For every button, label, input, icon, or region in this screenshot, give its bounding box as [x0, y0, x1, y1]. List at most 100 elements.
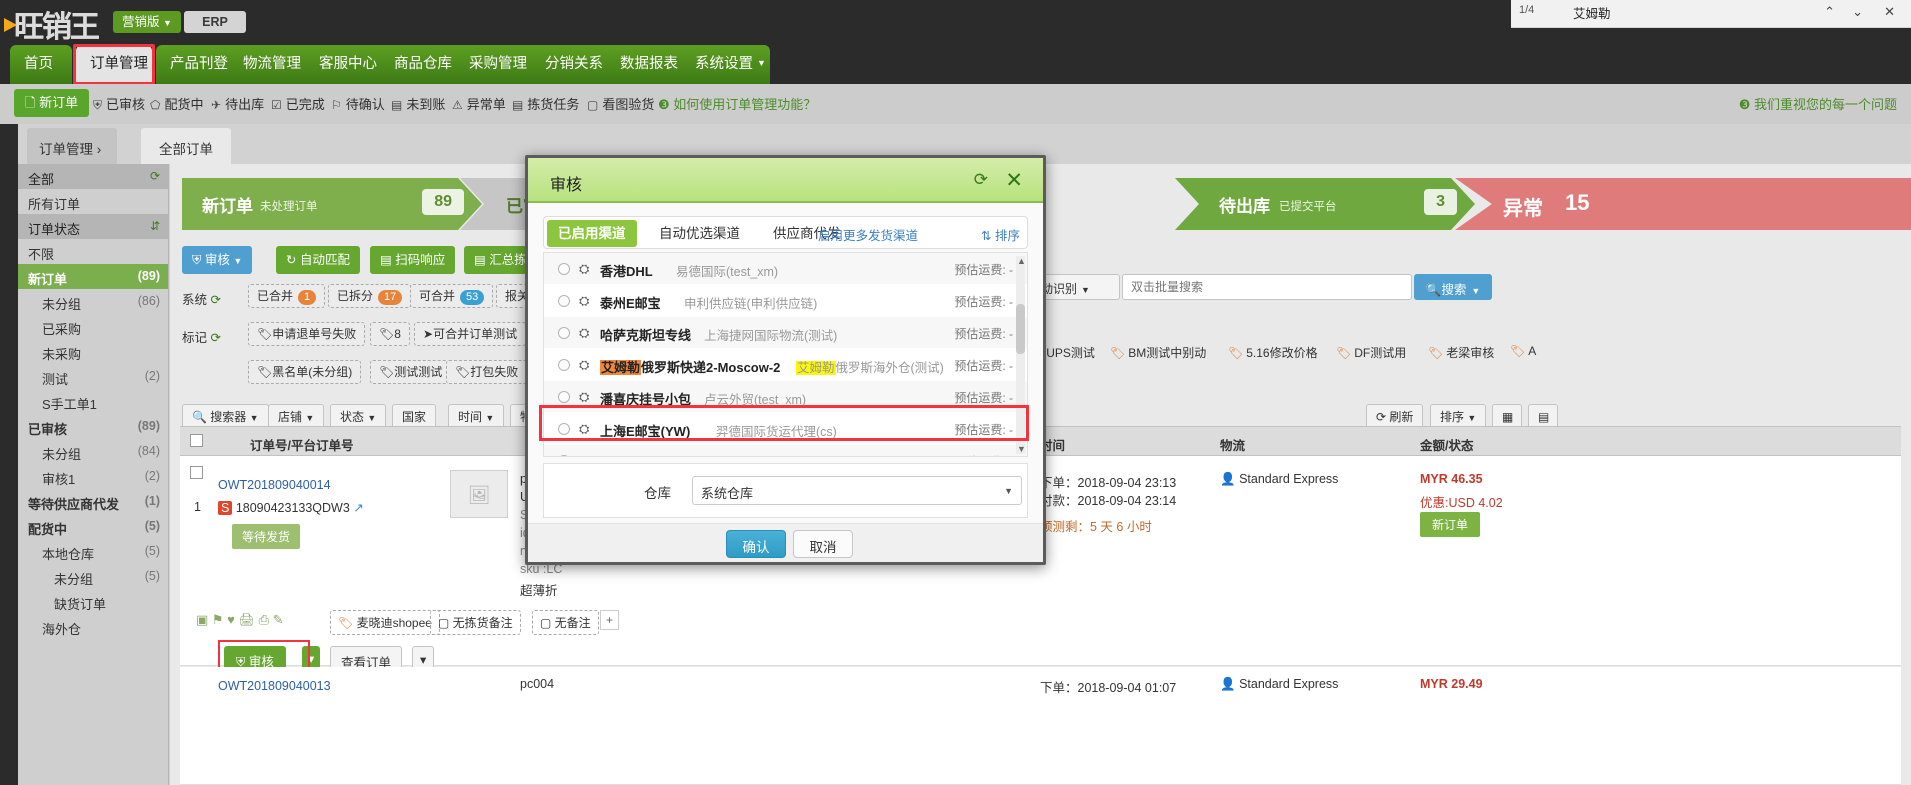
sidebar-item-review-1[interactable]: 审核1 (2) [18, 464, 168, 489]
dialog-close-icon[interactable]: ✕ [1005, 168, 1023, 193]
find-next-button[interactable]: ⌄ [1852, 4, 1863, 20]
row-tag-shop[interactable]: 🏷 麦晓迪shopee [330, 610, 440, 635]
channel-row[interactable]: ⛭ CDEK-AIR 俄通达(俄通达国际物流) 预估运费: - [544, 445, 1027, 456]
status-chevron-to-ship[interactable]: 待出库 已提交平台 3 [1175, 178, 1475, 230]
channel-list[interactable]: ⛭ 香港DHL 易德国际(test_xm) 预估运费: - ⛭ 泰州E邮宝 申利… [543, 252, 1028, 457]
chip-merged[interactable]: 已合并 1 [248, 284, 326, 308]
sidebar-item-out-of-stock[interactable]: 缺货订单 [18, 589, 168, 614]
nav-item-order-mgmt[interactable]: 订单管理▼ [76, 45, 161, 84]
breadcrumb-current-tab[interactable]: 全部订单 [141, 128, 231, 164]
find-close-button[interactable]: ✕ [1884, 4, 1895, 20]
row-add-tag-button[interactable]: + [600, 610, 620, 630]
gear-icon[interactable]: ⛭ [579, 357, 589, 373]
product-thumbnail[interactable]: 🖼 [450, 470, 508, 518]
sidebar-item-picking[interactable]: 配货中 (5) [18, 514, 168, 539]
dialog-refresh-icon[interactable]: ⟳ [974, 170, 988, 190]
gear-icon[interactable]: ⛭ [579, 453, 589, 456]
sidebar-item-ungrouped-local[interactable]: 未分组 (5) [18, 564, 168, 589]
chip-split[interactable]: 已拆分 17 [328, 284, 412, 308]
chip-pack-fail[interactable]: 🏷打包失败 [446, 360, 528, 384]
channel-row[interactable]: ⛭ 香港DHL 易德国际(test_xm) 预估运费: - [544, 253, 1027, 285]
sidebar-item-unlimited[interactable]: 不限 [18, 239, 168, 264]
chip-blacklist[interactable]: 🏷黑名单(未分组) [248, 360, 362, 384]
help-link[interactable]: ❸ 如何使用订单管理功能？ [658, 94, 816, 113]
sub-item-to-ship[interactable]: ✈ 待出库 [211, 94, 264, 113]
channel-radio[interactable] [558, 423, 570, 435]
tag-df-test[interactable]: 🏷 DF测试用 [1336, 344, 1406, 361]
sidebar-item-test[interactable]: 测试 (2) [18, 364, 168, 389]
search-input[interactable] [1122, 274, 1412, 300]
channel-row[interactable]: ⛭ 泰州E邮宝 申利供应链(申利供应链) 预估运费: - [544, 285, 1027, 317]
sub-item-pick-tasks[interactable]: ▤ 拣货任务 [512, 94, 579, 113]
scan-response-button[interactable]: ▤ 扫码响应 [370, 246, 456, 274]
row-icon-group[interactable]: ▣ ⚑ ♥ 🖨 ⎙ ✎ [196, 612, 284, 628]
enable-more-channels-link[interactable]: 启用更多发货渠道 [818, 225, 918, 244]
review-button[interactable]: ⛨ 审核 ▼ [182, 246, 253, 274]
select-all-checkbox[interactable] [190, 434, 203, 447]
chip-8[interactable]: 🏷8 [370, 322, 410, 346]
channel-row-selected[interactable]: ⛭ 艾姆勒俄罗斯快递2-Moscow-2 艾姆勒俄罗斯海外仓(测试) 预估运费:… [544, 349, 1027, 381]
feedback-note[interactable]: ❸ 我们重视您的每一个问题 [1739, 94, 1897, 113]
sub-item-picking[interactable]: ⬠ 配货中 [150, 94, 203, 113]
tag-laoliang[interactable]: 🏷 老梁审核 [1428, 344, 1494, 361]
sub-item-to-confirm[interactable]: ⚐ 待确认 [331, 94, 385, 113]
warehouse-select[interactable]: 系统仓库 ▼ [692, 476, 1022, 505]
refresh-icon[interactable]: ⟳ [150, 169, 160, 183]
refresh-icon[interactable]: ⟳ [211, 331, 221, 345]
gear-icon[interactable]: ⛭ [579, 389, 589, 405]
cancel-button[interactable]: 取消 [793, 530, 853, 558]
sort-channels-link[interactable]: ⇅ 排序 [981, 225, 1020, 244]
sidebar-item-not-purchased[interactable]: 未采购 [18, 339, 168, 364]
channel-row[interactable]: ⛭ 哈萨克斯坦专线 上海捷网国际物流(测试) 预估运费: - [544, 317, 1027, 349]
refresh-icon[interactable]: ⟳ [211, 293, 221, 307]
sidebar-item-new-orders[interactable]: 新订单 (89) [18, 264, 168, 289]
gear-icon[interactable]: ⛭ [579, 421, 589, 437]
version-selector-button[interactable]: 营销版 ▼ [113, 11, 181, 33]
search-button[interactable]: 🔍搜索 ▼ [1414, 274, 1492, 300]
sub-item-abnormal[interactable]: ⚠ 异常单 [452, 94, 506, 113]
nav-item-home[interactable]: 首页 [10, 45, 72, 84]
platform-order-number[interactable]: S 18090423133QDW3 ↗ [218, 500, 364, 515]
row-tag-pick-note[interactable]: ▢ 无拣货备注 [430, 610, 521, 635]
row-checkbox[interactable] [190, 466, 203, 479]
channel-radio[interactable] [558, 327, 570, 339]
confirm-button[interactable]: 确认 [726, 530, 786, 558]
external-link-icon[interactable]: ↗ [353, 501, 363, 515]
channel-radio[interactable] [558, 455, 570, 456]
sort-icon[interactable]: ⇵ [150, 219, 160, 233]
tag-bm-test[interactable]: 🏷 BM测试中别动 [1110, 344, 1206, 361]
channel-row[interactable]: ⛭ 上海E邮宝(YW) 羿德国际货运代理(cs) 预估运费: - [544, 413, 1027, 445]
gear-icon[interactable]: ⛭ [579, 261, 589, 277]
table-row[interactable]: OWT201809040013 pc004 下单：2018-09-04 01:0… [180, 667, 1901, 785]
gear-icon[interactable]: ⛭ [579, 325, 589, 341]
sidebar-item-ungrouped-reviewed[interactable]: 未分组 (84) [18, 439, 168, 464]
sub-item-reviewed[interactable]: ⛨ 已审核 [93, 94, 145, 113]
tag-price-edit[interactable]: 🏷 5.16修改价格 [1228, 344, 1318, 361]
sub-item-unpaid[interactable]: ▤ 未到账 [391, 94, 445, 113]
scrollbar-thumb[interactable] [1016, 304, 1025, 354]
auto-match-button[interactable]: ↻ 自动匹配 [276, 246, 360, 274]
row-tag-note[interactable]: ▢ 无备注 [532, 610, 599, 635]
channel-radio[interactable] [558, 359, 570, 371]
nav-item-settings[interactable]: 系统设置 ▼ [681, 45, 770, 84]
status-chevron-abnormal[interactable]: 异常 15 [1455, 178, 1911, 230]
chip-mergeable-test[interactable]: ➤可合并订单测试 [414, 322, 527, 346]
new-order-button[interactable]: 🗋 新订单 [14, 89, 90, 117]
channel-radio[interactable] [558, 263, 570, 275]
sidebar-item-overseas-warehouse[interactable]: 海外仓 [18, 614, 168, 639]
find-prev-button[interactable]: ⌃ [1824, 4, 1835, 20]
scroll-up-icon[interactable]: ▲ [1017, 256, 1026, 266]
chip-mergeable[interactable]: 可合并 53 [410, 284, 494, 308]
chip-test-test[interactable]: 🏷测试测试 [370, 360, 452, 384]
tag-a[interactable]: 🏷 A [1510, 344, 1536, 358]
sub-item-photo-check[interactable]: ▢ 看图验货 [587, 94, 654, 113]
sidebar-item-waiting-supplier[interactable]: 等待供应商代发 (1) [18, 489, 168, 514]
tab-auto-channels[interactable]: 自动优选渠道 [648, 220, 751, 247]
sidebar-item-ungrouped-new[interactable]: 未分组 (86) [18, 289, 168, 314]
channel-radio[interactable] [558, 391, 570, 403]
breadcrumb-parent-tab[interactable]: 订单管理 › [27, 128, 118, 164]
sidebar-item-all-orders[interactable]: 所有订单 [18, 189, 168, 214]
channel-row[interactable]: ⛭ 潘喜庆挂号小包 卢云外贸(test_xm) 预估运费: - [544, 381, 1027, 413]
gear-icon[interactable]: ⛭ [579, 293, 589, 309]
sidebar-item-s-manual-1[interactable]: S手工单1 [18, 389, 168, 414]
